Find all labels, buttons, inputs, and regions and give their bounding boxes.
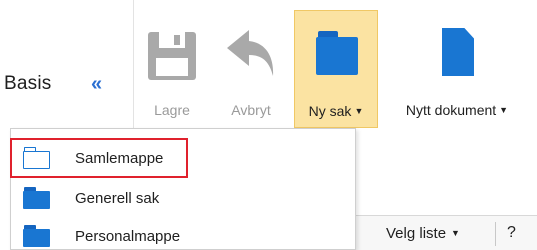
select-list-label: Velg liste <box>386 225 447 242</box>
pane-title: Basis <box>4 73 52 94</box>
folder-icon <box>23 225 50 247</box>
menu-item-samlemappe[interactable]: Samlemappe <box>10 138 188 178</box>
menu-item-label: Generell sak <box>75 189 160 207</box>
menu-item-label: Personalmappe <box>75 227 181 245</box>
cancel-button-label: Avbryt <box>231 102 271 118</box>
new-document-button-label: Nytt dokument <box>405 102 497 118</box>
menu-item-generell-sak[interactable]: Generell sak <box>11 179 355 217</box>
folder-outline-icon <box>23 147 50 169</box>
new-case-dropdown-menu: Samlemappe Generell sak Personalmappe <box>10 128 356 250</box>
help-button[interactable]: ? <box>507 224 516 242</box>
caret-down-icon: ▼ <box>451 228 460 238</box>
caret-down-icon: ▼ <box>499 105 509 115</box>
save-icon <box>142 24 202 94</box>
undo-icon <box>221 24 281 94</box>
menu-item-personalmappe[interactable]: Personalmappe <box>11 217 355 250</box>
divider <box>495 222 496 246</box>
new-case-button[interactable]: Ny sak ▼ <box>294 10 378 128</box>
caret-down-icon: ▼ <box>354 106 364 116</box>
cancel-button[interactable]: Avbryt <box>216 10 286 128</box>
select-list-dropdown[interactable]: Velg liste ▼ <box>386 225 460 242</box>
save-button[interactable]: Lagre <box>142 10 202 128</box>
menu-item-label: Samlemappe <box>75 149 164 167</box>
list-toolbar: Velg liste ▼ ? <box>355 215 537 250</box>
folder-icon <box>23 187 50 209</box>
document-icon <box>427 24 487 94</box>
new-case-button-label: Ny sak <box>308 103 352 119</box>
folder-icon <box>306 25 366 95</box>
collapse-pane-button[interactable]: « <box>91 73 102 96</box>
new-document-button[interactable]: Nytt dokument ▼ <box>382 10 532 128</box>
save-button-label: Lagre <box>154 102 190 118</box>
ribbon-toolbar: Lagre Avbryt Ny sak ▼ Nytt dokument ▼ <box>133 0 537 140</box>
